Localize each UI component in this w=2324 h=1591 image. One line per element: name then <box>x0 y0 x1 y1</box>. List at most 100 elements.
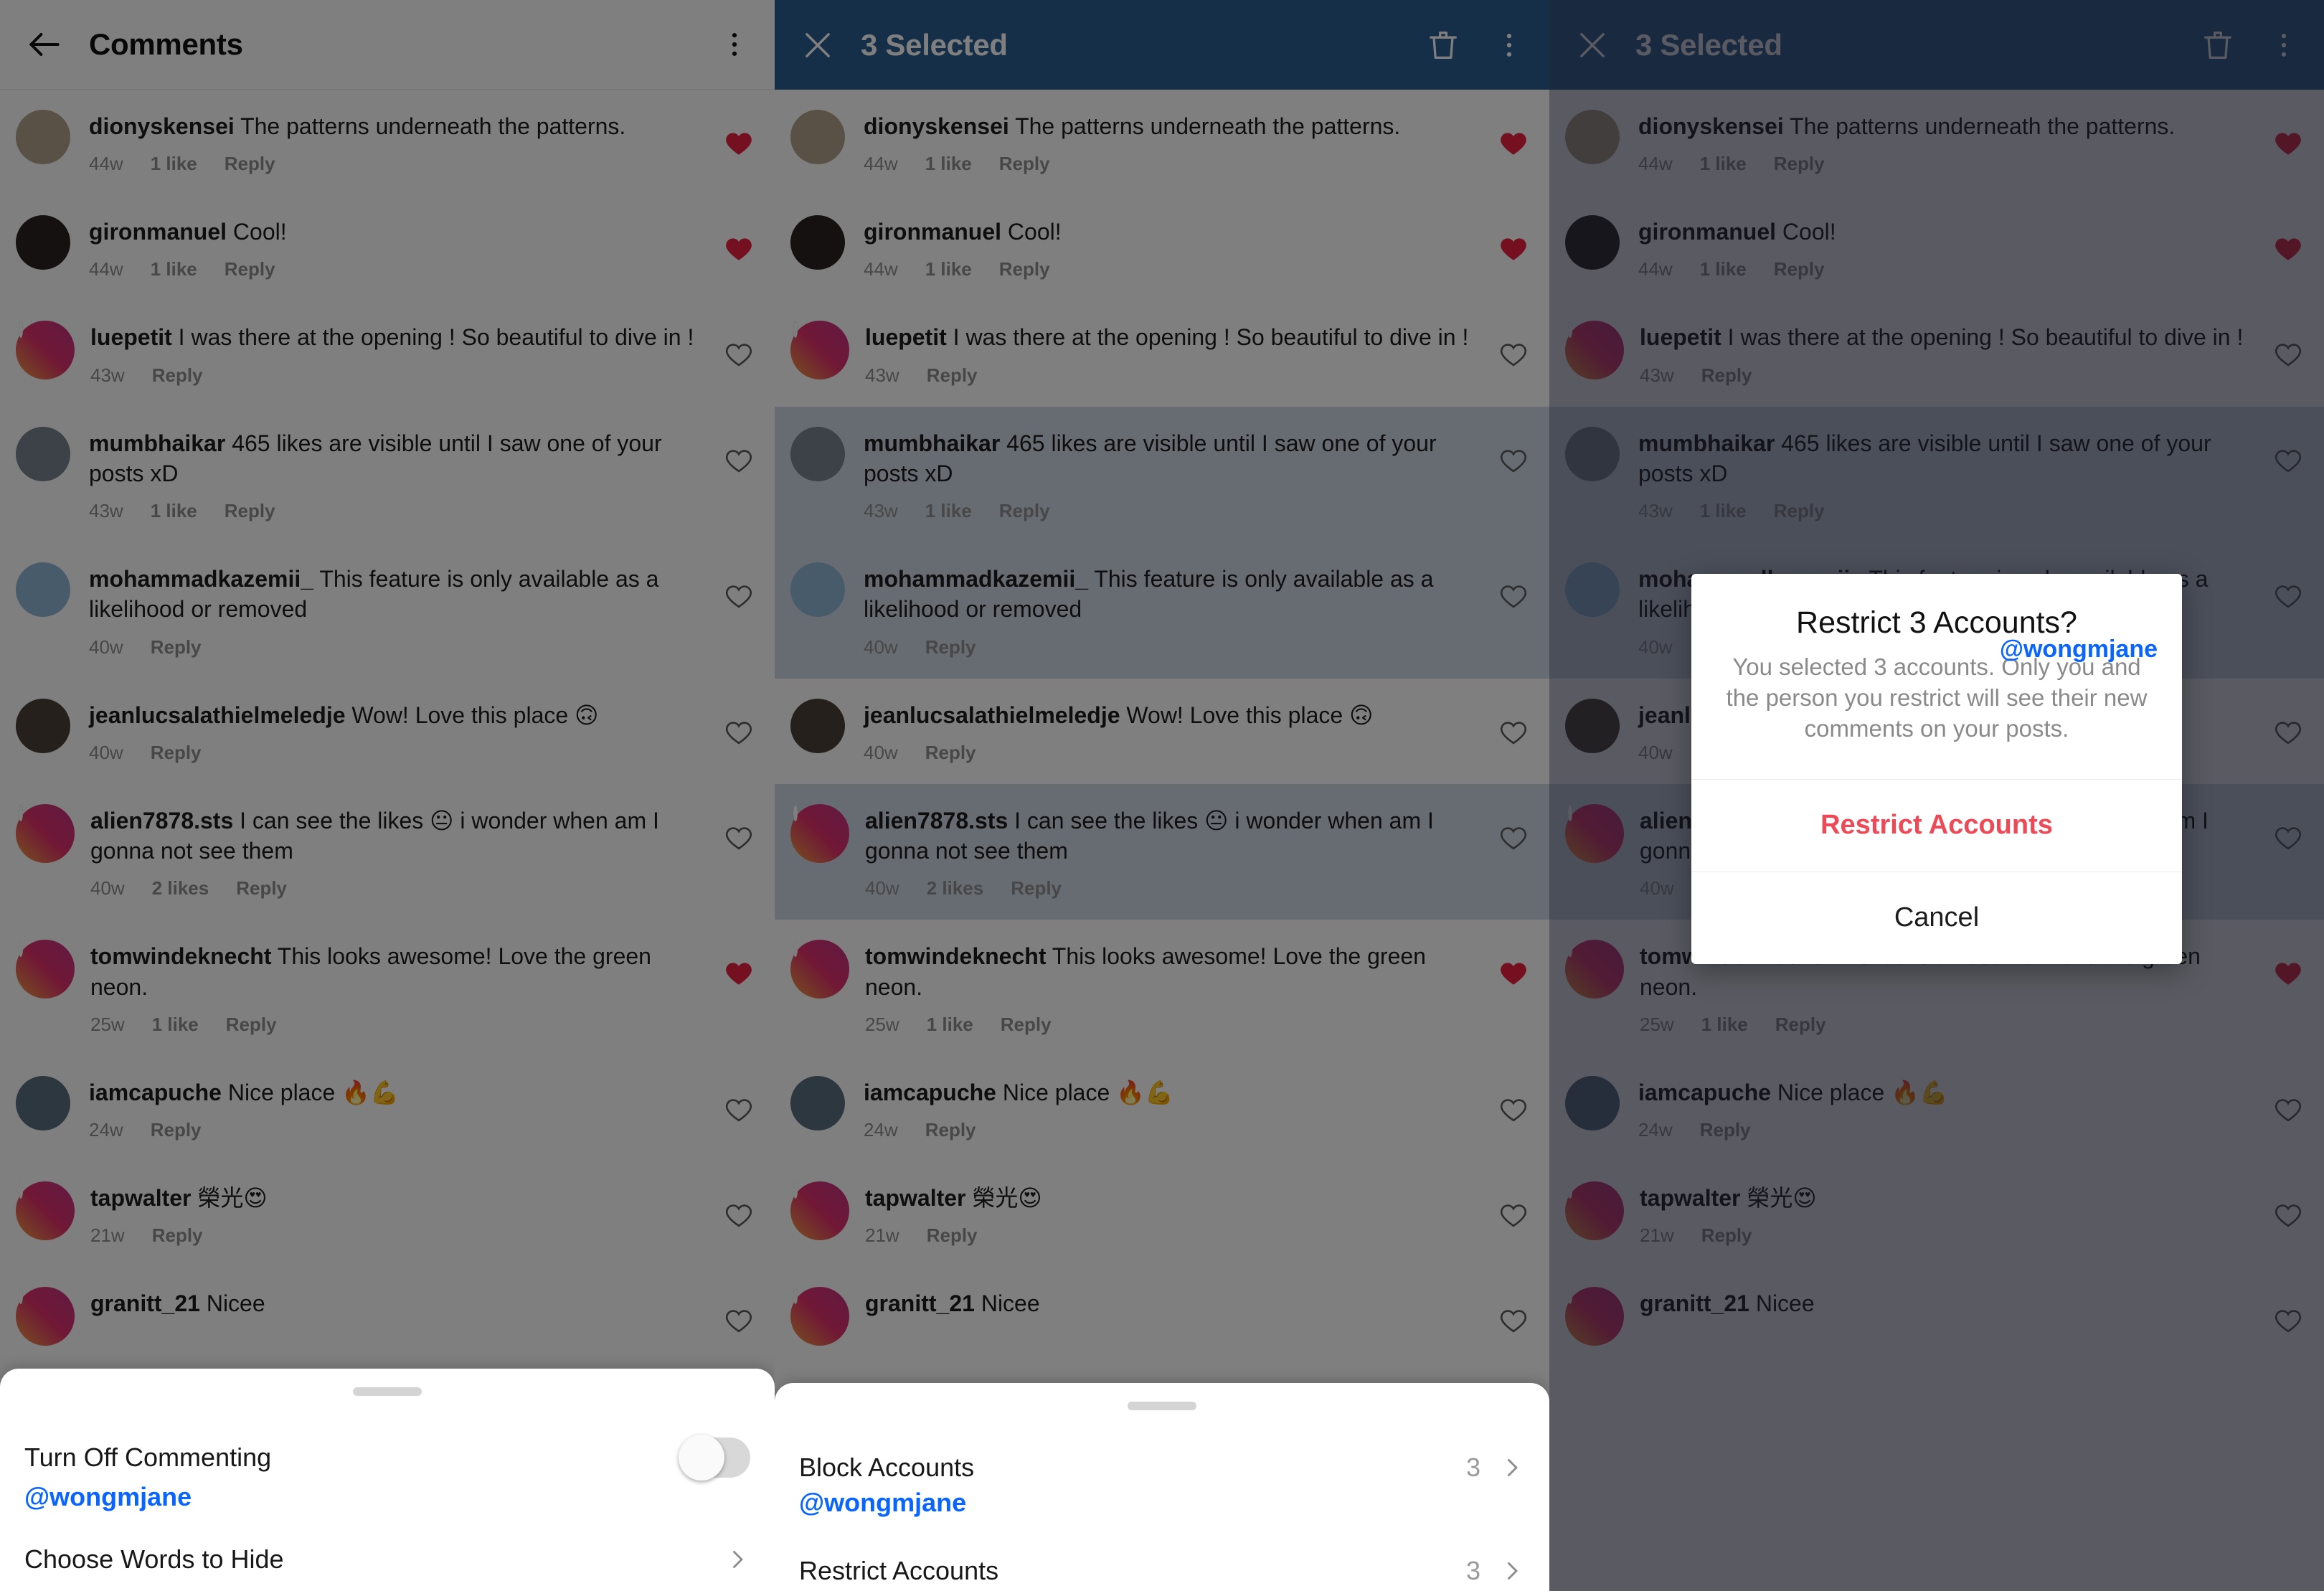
reply-button[interactable]: Reply <box>1700 1119 1751 1141</box>
comment-username[interactable]: tomwindeknecht <box>90 943 271 969</box>
heart-filled-icon[interactable] <box>1496 940 1531 988</box>
heart-filled-icon[interactable] <box>2271 215 2305 264</box>
reply-button[interactable]: Reply <box>925 1119 976 1141</box>
reply-button[interactable]: Reply <box>1774 153 1825 175</box>
comment-username[interactable]: luepetit <box>90 324 172 350</box>
reply-button[interactable]: Reply <box>925 742 976 764</box>
comment-likes[interactable]: 1 like <box>1700 500 1747 522</box>
avatar[interactable] <box>790 426 845 481</box>
avatar[interactable] <box>1565 698 1620 753</box>
reply-button[interactable]: Reply <box>1701 1224 1752 1247</box>
trash-icon[interactable] <box>2199 27 2236 64</box>
avatar[interactable] <box>16 1287 75 1346</box>
reply-button[interactable]: Reply <box>1701 364 1752 387</box>
comment-row[interactable]: luepetit I was there at the opening ! So… <box>1549 301 2324 406</box>
close-icon[interactable] <box>799 27 836 64</box>
comment-likes[interactable]: 1 like <box>1700 153 1747 175</box>
heart-outline-icon[interactable] <box>722 804 756 853</box>
heart-outline-icon[interactable] <box>1496 1181 1531 1230</box>
avatar[interactable] <box>16 1075 70 1130</box>
comment-row[interactable]: tomwindeknecht This looks awesome! Love … <box>775 920 1549 1055</box>
comment-username[interactable]: alien7878.sts <box>865 808 1008 834</box>
reply-button[interactable]: Reply <box>236 877 287 900</box>
avatar[interactable] <box>1565 215 1620 270</box>
comment-row[interactable]: mohammadkazemii_ This feature is only av… <box>775 542 1549 679</box>
more-vertical-icon[interactable] <box>719 29 750 60</box>
mention-handle-overlay[interactable]: @wongmjane <box>799 1488 966 1518</box>
heart-outline-icon[interactable] <box>2271 1287 2305 1336</box>
reply-button[interactable]: Reply <box>925 636 976 658</box>
mention-handle-overlay[interactable]: @wongmjane <box>2000 636 2158 664</box>
reply-button[interactable]: Reply <box>1774 500 1825 522</box>
comment-username[interactable]: luepetit <box>865 324 947 350</box>
reply-button[interactable]: Reply <box>225 153 275 175</box>
comment-row[interactable]: tapwalter 榮光😍 21w Reply <box>1549 1161 2324 1267</box>
avatar[interactable] <box>1565 321 1624 380</box>
comment-username[interactable]: iamcapuche <box>1638 1080 1771 1105</box>
heart-filled-icon[interactable] <box>1496 215 1531 264</box>
comment-likes[interactable]: 1 like <box>151 258 197 280</box>
comment-row[interactable]: tomwindeknecht This looks awesome! Love … <box>0 920 775 1055</box>
comment-row[interactable]: mohammadkazemii_ This feature is only av… <box>0 542 775 678</box>
avatar[interactable] <box>1565 940 1624 999</box>
comment-row[interactable]: dionyskensei The patterns underneath the… <box>0 90 775 195</box>
comment-row[interactable]: granitt_21 Nicee <box>0 1267 775 1366</box>
heart-outline-icon[interactable] <box>1496 804 1531 853</box>
heart-outline-icon[interactable] <box>1496 1287 1531 1336</box>
more-vertical-icon[interactable] <box>2268 29 2300 61</box>
avatar[interactable] <box>1565 803 1624 863</box>
comment-row[interactable]: dionyskensei The patterns underneath the… <box>775 90 1549 195</box>
comment-likes[interactable]: 1 like <box>925 153 972 175</box>
mention-handle-overlay[interactable]: @wongmjane <box>24 1482 192 1512</box>
comment-likes[interactable]: 1 like <box>152 1014 199 1036</box>
heart-filled-icon[interactable] <box>1496 110 1531 159</box>
reply-button[interactable]: Reply <box>927 364 978 387</box>
comment-username[interactable]: granitt_21 <box>90 1290 200 1316</box>
avatar[interactable] <box>790 1287 849 1346</box>
trash-icon[interactable] <box>1425 27 1462 64</box>
comment-row[interactable]: jeanlucsalathielmeledje Wow! Love this p… <box>775 679 1549 784</box>
heart-outline-icon[interactable] <box>2271 699 2305 747</box>
more-vertical-icon[interactable] <box>1493 29 1525 61</box>
avatar[interactable] <box>790 215 845 270</box>
comment-likes[interactable]: 1 like <box>1700 258 1747 280</box>
comment-username[interactable]: mumbhaikar <box>89 430 225 456</box>
comment-username[interactable]: gironmanuel <box>864 219 1001 245</box>
comment-username[interactable]: tapwalter <box>90 1185 191 1211</box>
avatar[interactable] <box>16 803 75 863</box>
heart-filled-icon[interactable] <box>722 940 756 988</box>
sheet-row-choose-words-to-hide[interactable]: Choose Words to Hide <box>0 1522 775 1591</box>
sheet-drag-handle[interactable] <box>1128 1402 1196 1410</box>
avatar[interactable] <box>790 1181 849 1241</box>
comment-row[interactable]: granitt_21 Nicee <box>1549 1267 2324 1366</box>
avatar[interactable] <box>1565 1075 1620 1130</box>
comment-username[interactable]: granitt_21 <box>1640 1290 1749 1316</box>
avatar[interactable] <box>790 321 849 380</box>
reply-button[interactable]: Reply <box>152 364 203 387</box>
comment-row[interactable]: mumbhaikar 465 likes are visible until I… <box>1549 406 2324 543</box>
sheet-drag-handle[interactable] <box>353 1387 422 1396</box>
comment-likes[interactable]: 1 like <box>925 258 972 280</box>
cancel-button[interactable]: Cancel <box>1691 871 2182 964</box>
comment-username[interactable]: tomwindeknecht <box>865 943 1046 969</box>
heart-outline-icon[interactable] <box>722 1287 756 1336</box>
comment-likes[interactable]: 1 like <box>925 500 972 522</box>
avatar[interactable] <box>16 321 75 380</box>
comment-username[interactable]: mohammadkazemii_ <box>864 566 1088 592</box>
avatar[interactable] <box>1565 562 1620 618</box>
heart-outline-icon[interactable] <box>2271 427 2305 476</box>
heart-outline-icon[interactable] <box>2271 1181 2305 1230</box>
comment-row[interactable]: gironmanuel Cool! 44w 1 like Reply <box>0 195 775 301</box>
comment-username[interactable]: granitt_21 <box>865 1290 975 1316</box>
reply-button[interactable]: Reply <box>226 1014 277 1036</box>
comment-row[interactable]: granitt_21 Nicee <box>775 1267 1549 1366</box>
reply-button[interactable]: Reply <box>1001 1014 1052 1036</box>
heart-filled-icon[interactable] <box>722 110 756 159</box>
comment-row[interactable]: luepetit I was there at the opening ! So… <box>775 301 1549 406</box>
close-icon[interactable] <box>1574 27 1611 64</box>
heart-outline-icon[interactable] <box>2271 1076 2305 1125</box>
comment-likes[interactable]: 1 like <box>151 500 197 522</box>
avatar[interactable] <box>16 215 70 270</box>
comment-row[interactable]: alien7878.sts I can see the likes 😐 i wo… <box>775 783 1549 920</box>
comment-username[interactable]: mohammadkazemii_ <box>89 566 313 592</box>
